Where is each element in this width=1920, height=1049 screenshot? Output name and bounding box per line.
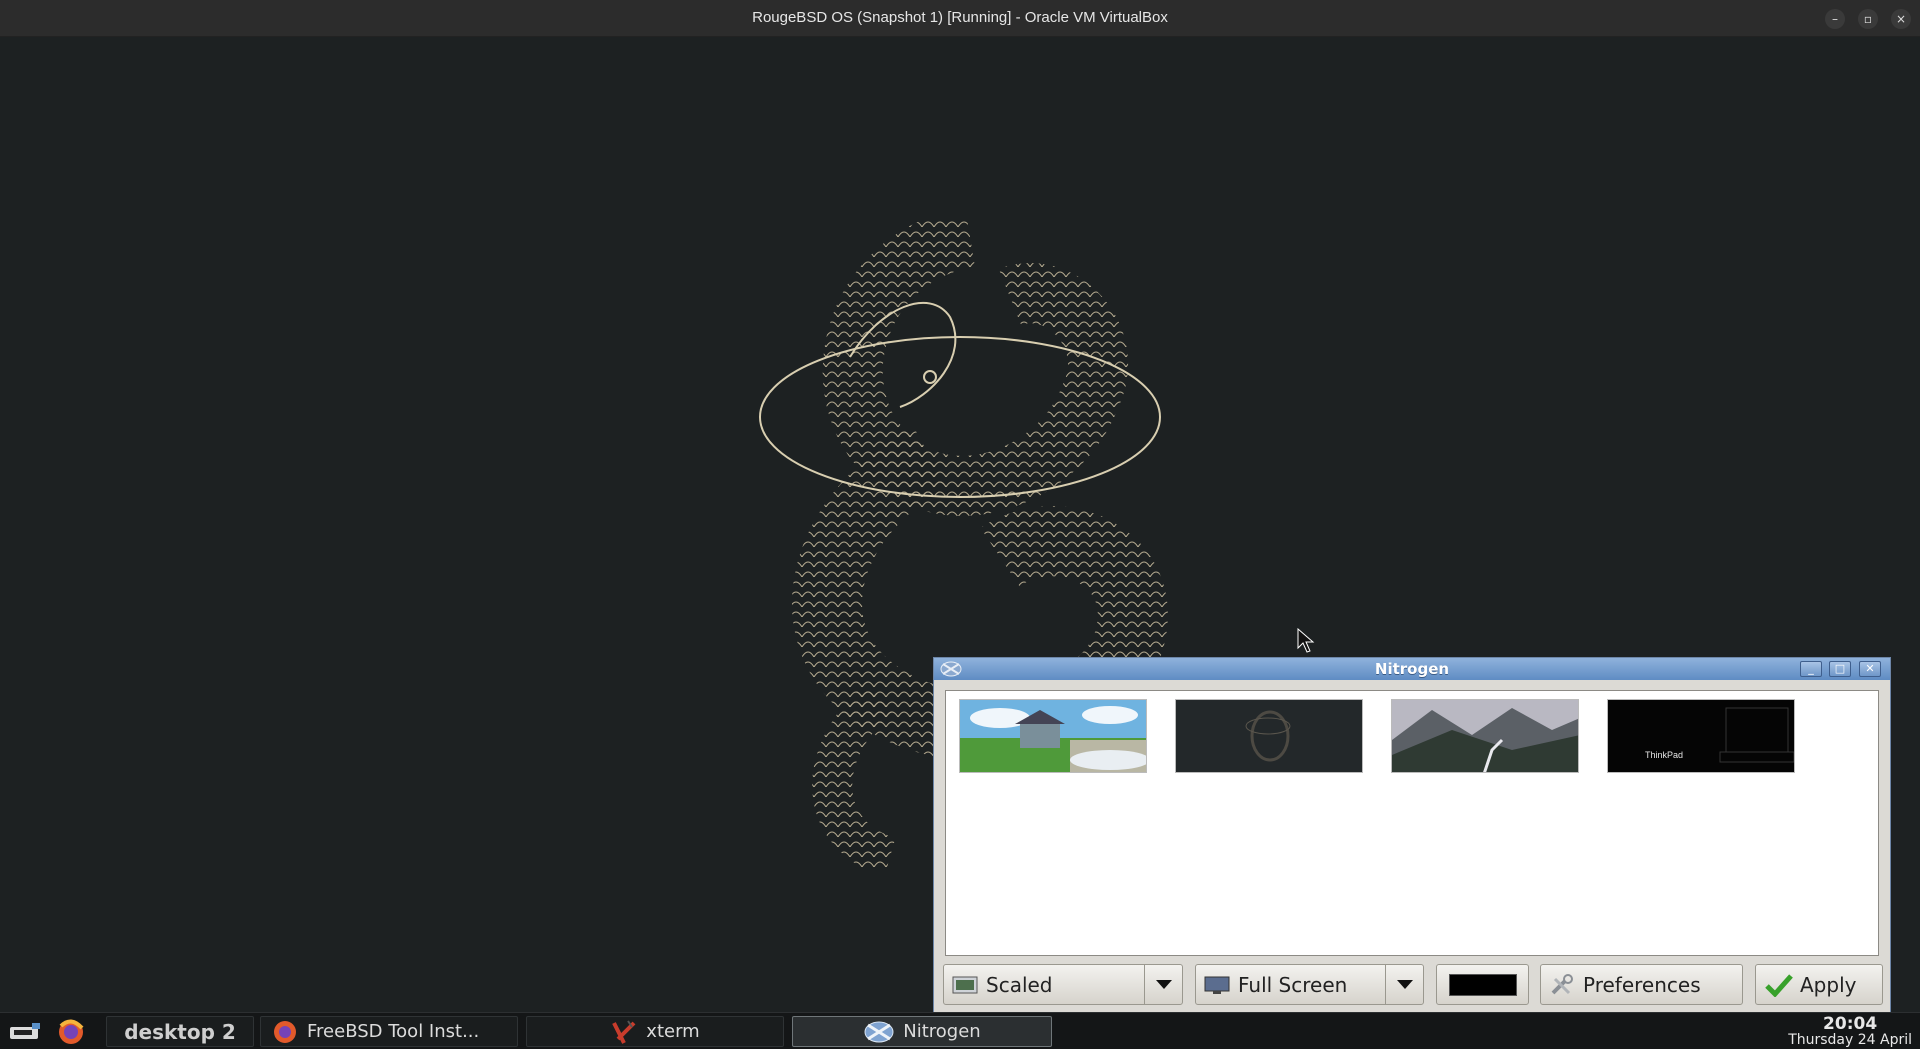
- background-color-button[interactable]: [1436, 964, 1529, 1005]
- preferences-button[interactable]: Preferences: [1540, 964, 1743, 1005]
- monitor-icon: [1204, 976, 1230, 994]
- apply-button[interactable]: Apply: [1755, 964, 1883, 1005]
- screen-dropdown-arrow-icon[interactable]: [1385, 965, 1423, 1004]
- thinkpad-overlay-text: ThinkPad: [1645, 750, 1684, 760]
- tools-icon: [1551, 973, 1573, 994]
- nitrogen-toolbar: Scaled Full Screen Preferences Apply: [943, 964, 1883, 1006]
- wallpaper-thumbnail-mountains[interactable]: [1391, 699, 1579, 773]
- wallpaper-thumbnail-dragon[interactable]: [1175, 699, 1363, 773]
- firefox-launcher-icon[interactable]: [56, 1018, 86, 1046]
- xterm-icon: [612, 1019, 636, 1044]
- nitrogen-close-button[interactable]: ✕: [1859, 661, 1881, 677]
- host-window-title: RougeBSD OS (Snapshot 1) [Running] - Ora…: [752, 9, 1168, 26]
- nitrogen-maximize-button[interactable]: □: [1829, 661, 1851, 677]
- mode-select-label: Scaled: [986, 972, 1053, 997]
- taskbar-item-xterm[interactable]: xterm: [526, 1016, 784, 1047]
- taskbar-item-label: xterm: [646, 1021, 700, 1042]
- wallpaper-thumbnail-thinkpad[interactable]: ThinkPad: [1607, 699, 1795, 773]
- checkmark-icon: [1765, 973, 1793, 997]
- host-minimize-button[interactable]: –: [1825, 9, 1845, 29]
- nitrogen-minimize-button[interactable]: _: [1800, 661, 1822, 677]
- desktop-switcher[interactable]: desktop 2: [106, 1016, 254, 1047]
- thinkpad-thumbnail-image: [1608, 700, 1794, 772]
- taskbar-item-label: FreeBSD Tool Inst...: [307, 1021, 480, 1042]
- preferences-label: Preferences: [1583, 972, 1701, 997]
- clock-time: 20:04: [1823, 1014, 1878, 1034]
- mode-dropdown-arrow-icon[interactable]: [1144, 965, 1182, 1004]
- clock-date: Thursday 24 April: [1788, 1032, 1912, 1048]
- wallpaper-thumbnail-landscape[interactable]: [959, 699, 1147, 773]
- app-menu-icon[interactable]: [8, 1021, 42, 1043]
- clock[interactable]: 20:04 Thursday 24 April: [1788, 1015, 1912, 1048]
- host-close-button[interactable]: ×: [1891, 9, 1911, 29]
- scaled-mode-icon: [952, 976, 978, 993]
- taskbar: desktop 2 FreeBSD Tool Inst... xterm Nit…: [0, 1012, 1920, 1049]
- nitrogen-title: Nitrogen: [1374, 660, 1450, 678]
- firefox-icon: [274, 1020, 296, 1043]
- landscape-thumbnail-image: [960, 700, 1146, 772]
- screen-select-label: Full Screen: [1238, 972, 1348, 997]
- wallpaper-grid[interactable]: ThinkPad: [945, 690, 1879, 956]
- nitrogen-window[interactable]: Nitrogen _ □ ✕ ThinkPad Scaled Full Scre…: [933, 657, 1891, 1012]
- host-titlebar: RougeBSD OS (Snapshot 1) [Running] - Ora…: [0, 0, 1920, 37]
- dragon-thumbnail-image: [1176, 700, 1362, 772]
- mountains-thumbnail-image: [1392, 700, 1578, 772]
- taskbar-item-label: Nitrogen: [903, 1021, 981, 1042]
- mode-select[interactable]: Scaled: [943, 964, 1183, 1005]
- background-color-swatch: [1448, 973, 1517, 996]
- taskbar-item-freebsd-tool[interactable]: FreeBSD Tool Inst...: [260, 1016, 518, 1047]
- nitrogen-titlebar[interactable]: Nitrogen _ □ ✕: [934, 658, 1890, 680]
- taskbar-item-nitrogen[interactable]: Nitrogen: [792, 1016, 1052, 1047]
- screen-select[interactable]: Full Screen: [1195, 964, 1424, 1005]
- apply-label: Apply: [1800, 972, 1857, 997]
- host-restore-button[interactable]: ▫: [1858, 9, 1878, 29]
- nitrogen-icon: [864, 1021, 894, 1042]
- mouse-cursor-icon: [1297, 628, 1315, 653]
- desktop[interactable]: Nitrogen _ □ ✕ ThinkPad Scaled Full Scre…: [0, 37, 1920, 1012]
